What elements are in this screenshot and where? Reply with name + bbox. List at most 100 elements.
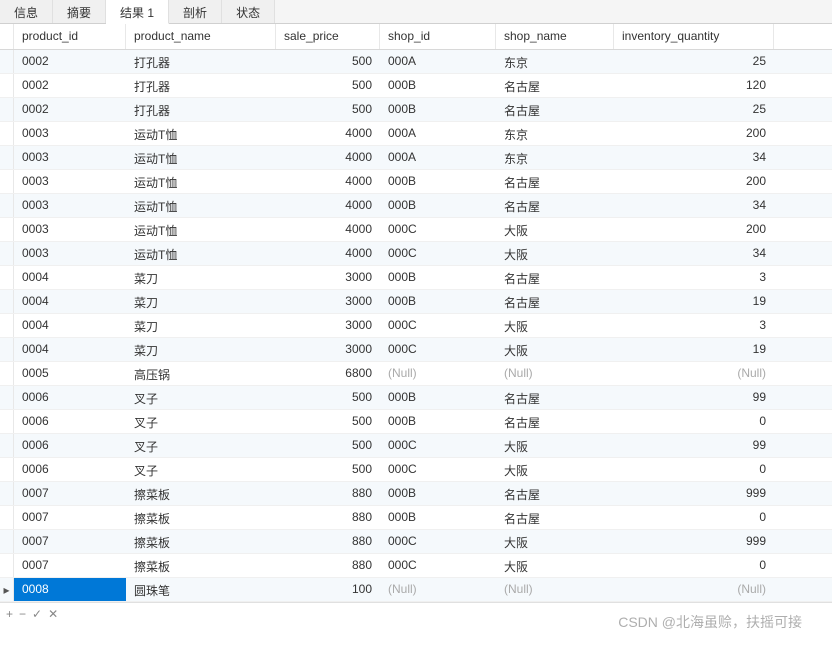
cell-product_name[interactable]: 打孔器 (126, 50, 276, 73)
cell-shop_id[interactable]: 000C (380, 530, 496, 553)
cell-shop_id[interactable]: 000C (380, 554, 496, 577)
cell-product_id[interactable]: 0008 (14, 578, 126, 601)
cell-inventory_quantity[interactable]: (Null) (614, 362, 774, 385)
cell-sale_price[interactable]: 500 (276, 98, 380, 121)
table-row[interactable]: 0002打孔器500000A东京25 (0, 50, 832, 74)
cell-product_name[interactable]: 打孔器 (126, 98, 276, 121)
table-row[interactable]: 0004菜刀3000000C大阪19 (0, 338, 832, 362)
table-row[interactable]: 0002打孔器500000B名古屋120 (0, 74, 832, 98)
cell-product_id[interactable]: 0002 (14, 74, 126, 97)
cell-product_name[interactable]: 菜刀 (126, 338, 276, 361)
cell-shop_name[interactable]: 名古屋 (496, 410, 614, 433)
cell-product_name[interactable]: 运动T恤 (126, 170, 276, 193)
cell-inventory_quantity[interactable]: 200 (614, 122, 774, 145)
table-row[interactable]: 0004菜刀3000000C大阪3 (0, 314, 832, 338)
cell-product_id[interactable]: 0002 (14, 50, 126, 73)
cell-product_id[interactable]: 0003 (14, 146, 126, 169)
tab-0[interactable]: 信息 (0, 0, 53, 23)
cell-shop_name[interactable]: 大阪 (496, 530, 614, 553)
cell-product_id[interactable]: 0003 (14, 170, 126, 193)
table-row[interactable]: 0005高压锅6800(Null)(Null)(Null) (0, 362, 832, 386)
cell-inventory_quantity[interactable]: (Null) (614, 578, 774, 601)
cell-inventory_quantity[interactable]: 25 (614, 98, 774, 121)
cell-product_name[interactable]: 菜刀 (126, 290, 276, 313)
cell-sale_price[interactable]: 880 (276, 554, 380, 577)
cell-shop_name[interactable]: 大阪 (496, 458, 614, 481)
cell-sale_price[interactable]: 500 (276, 410, 380, 433)
cell-product_id[interactable]: 0004 (14, 290, 126, 313)
cell-product_name[interactable]: 叉子 (126, 434, 276, 457)
cell-shop_name[interactable]: 名古屋 (496, 290, 614, 313)
table-row[interactable]: 0003运动T恤4000000B名古屋34 (0, 194, 832, 218)
table-row[interactable]: 0003运动T恤4000000C大阪200 (0, 218, 832, 242)
cell-inventory_quantity[interactable]: 34 (614, 194, 774, 217)
tab-4[interactable]: 状态 (222, 0, 275, 23)
cell-product_name[interactable]: 叉子 (126, 410, 276, 433)
cell-shop_id[interactable]: 000A (380, 146, 496, 169)
cell-sale_price[interactable]: 4000 (276, 146, 380, 169)
column-header-shop_id[interactable]: shop_id (380, 24, 496, 49)
cell-sale_price[interactable]: 880 (276, 482, 380, 505)
cell-shop_name[interactable]: 大阪 (496, 218, 614, 241)
cell-shop_name[interactable]: 大阪 (496, 554, 614, 577)
column-header-product_name[interactable]: product_name (126, 24, 276, 49)
cell-product_name[interactable]: 擦菜板 (126, 482, 276, 505)
cell-shop_name[interactable]: 名古屋 (496, 506, 614, 529)
cell-shop_name[interactable]: 名古屋 (496, 194, 614, 217)
table-row[interactable]: 0004菜刀3000000B名古屋3 (0, 266, 832, 290)
cell-product_id[interactable]: 0007 (14, 554, 126, 577)
cell-shop_name[interactable]: 名古屋 (496, 74, 614, 97)
cell-shop_name[interactable]: 名古屋 (496, 482, 614, 505)
cell-sale_price[interactable]: 3000 (276, 266, 380, 289)
cell-inventory_quantity[interactable]: 3 (614, 266, 774, 289)
cell-sale_price[interactable]: 3000 (276, 338, 380, 361)
cell-product_id[interactable]: 0006 (14, 386, 126, 409)
cell-product_id[interactable]: 0006 (14, 458, 126, 481)
cell-product_id[interactable]: 0004 (14, 266, 126, 289)
cell-shop_id[interactable]: 000B (380, 170, 496, 193)
cell-product_id[interactable]: 0006 (14, 434, 126, 457)
cell-sale_price[interactable]: 4000 (276, 218, 380, 241)
cell-shop_name[interactable]: 大阪 (496, 338, 614, 361)
cell-inventory_quantity[interactable]: 0 (614, 410, 774, 433)
table-row[interactable]: 0006叉子500000B名古屋99 (0, 386, 832, 410)
cell-product_id[interactable]: 0003 (14, 122, 126, 145)
cell-shop_name[interactable]: (Null) (496, 362, 614, 385)
cell-sale_price[interactable]: 500 (276, 50, 380, 73)
cell-inventory_quantity[interactable]: 25 (614, 50, 774, 73)
cell-sale_price[interactable]: 500 (276, 74, 380, 97)
cell-inventory_quantity[interactable]: 34 (614, 242, 774, 265)
cell-inventory_quantity[interactable]: 999 (614, 530, 774, 553)
cell-shop_name[interactable]: 名古屋 (496, 386, 614, 409)
cell-sale_price[interactable]: 4000 (276, 194, 380, 217)
cell-sale_price[interactable]: 3000 (276, 314, 380, 337)
table-row[interactable]: 0003运动T恤4000000B名古屋200 (0, 170, 832, 194)
cell-shop_name[interactable]: (Null) (496, 578, 614, 601)
cell-inventory_quantity[interactable]: 19 (614, 338, 774, 361)
cell-product_name[interactable]: 运动T恤 (126, 146, 276, 169)
cell-product_id[interactable]: 0002 (14, 98, 126, 121)
cell-sale_price[interactable]: 500 (276, 434, 380, 457)
cell-shop_name[interactable]: 东京 (496, 122, 614, 145)
column-header-product_id[interactable]: product_id (14, 24, 126, 49)
cell-shop_id[interactable]: 000B (380, 98, 496, 121)
cell-shop_name[interactable]: 名古屋 (496, 98, 614, 121)
cell-inventory_quantity[interactable]: 0 (614, 554, 774, 577)
tab-3[interactable]: 剖析 (169, 0, 222, 23)
cell-shop_id[interactable]: 000C (380, 434, 496, 457)
cell-product_id[interactable]: 0003 (14, 194, 126, 217)
cell-shop_name[interactable]: 东京 (496, 50, 614, 73)
cell-product_name[interactable]: 打孔器 (126, 74, 276, 97)
cell-shop_id[interactable]: 000B (380, 482, 496, 505)
cell-product_id[interactable]: 0003 (14, 218, 126, 241)
cell-sale_price[interactable]: 6800 (276, 362, 380, 385)
cell-sale_price[interactable]: 4000 (276, 170, 380, 193)
cell-product_name[interactable]: 运动T恤 (126, 218, 276, 241)
cell-product_id[interactable]: 0006 (14, 410, 126, 433)
cell-shop_name[interactable]: 大阪 (496, 434, 614, 457)
cell-inventory_quantity[interactable]: 0 (614, 458, 774, 481)
cell-sale_price[interactable]: 880 (276, 530, 380, 553)
cell-shop_name[interactable]: 名古屋 (496, 170, 614, 193)
cell-shop_name[interactable]: 大阪 (496, 314, 614, 337)
cell-shop_id[interactable]: 000B (380, 386, 496, 409)
